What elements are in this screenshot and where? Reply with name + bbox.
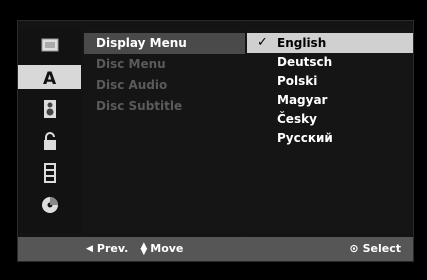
option-deutsch[interactable]: Deutsch [247,52,413,72]
select-hint-group: ⊙ Select [349,242,401,255]
disc-icon [42,197,58,213]
category-sidebar: A [18,29,81,233]
up-down-arrow-icon: ▲ ▼ [140,240,148,257]
navigation-hint-bar: ◀ Prev. ▲ ▼ Move ⊙ Select [18,237,413,261]
language-icon: A [43,69,57,86]
prev-hint: Prev. [96,242,129,255]
option-polski[interactable]: Polski [247,71,413,91]
svg-text:A: A [43,69,57,86]
option-label: Русский [277,131,333,145]
option-label: Polski [277,74,318,88]
menu-item-disc-menu[interactable]: Disc Menu [84,54,245,75]
screen-icon [41,38,59,52]
menu-item-display-menu[interactable]: Display Menu [84,33,245,54]
menu-item-disc-audio[interactable]: Disc Audio [84,75,245,96]
option-english[interactable]: ✓ English [247,33,413,53]
sidebar-item-display[interactable] [23,33,77,57]
left-arrow-icon: ◀ [86,243,93,254]
setup-menu-window: A Display Menu Disc Menu Disc Audio Disc… [17,20,414,262]
option-label: Magyar [277,93,328,107]
option-russian[interactable]: Русский [247,128,413,148]
sidebar-item-others[interactable] [23,161,77,185]
option-label: English [277,36,327,50]
option-label: Česky [277,112,317,126]
film-icon [44,163,56,183]
nav-hints: ◀ Prev. ▲ ▼ Move [86,240,184,257]
option-cesky[interactable]: Česky [247,109,413,129]
sidebar-item-language[interactable]: A [18,65,81,89]
sidebar-item-disc[interactable] [23,193,77,217]
lock-icon [44,132,56,150]
option-magyar[interactable]: Magyar [247,90,413,110]
select-hint: Select [362,242,401,255]
language-submenu: Display Menu Disc Menu Disc Audio Disc S… [84,29,245,233]
menu-item-disc-subtitle[interactable]: Disc Subtitle [84,96,245,117]
sidebar-item-audio[interactable] [23,97,77,121]
enter-button-icon: ⊙ [349,242,359,255]
sidebar-item-lock[interactable] [23,129,77,153]
speaker-icon [44,100,56,118]
move-hint: Move [150,242,184,255]
language-options: ✓ English Deutsch Polski Magyar Česky Ру… [247,29,413,233]
check-icon: ✓ [257,35,268,50]
option-label: Deutsch [277,55,333,69]
